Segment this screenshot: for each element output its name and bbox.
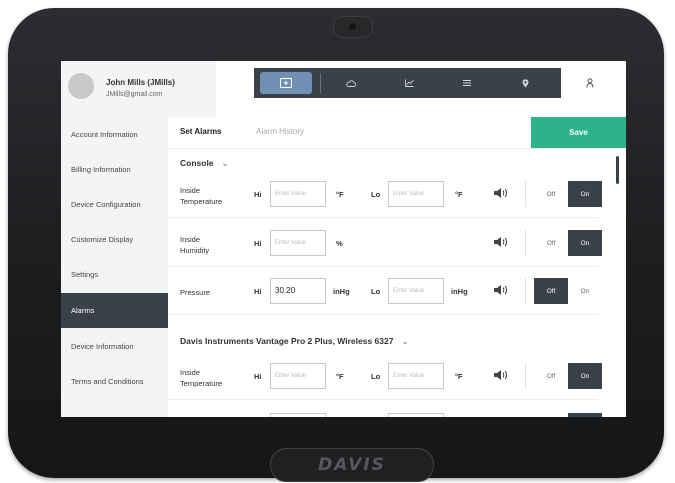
hi-unit: % [336, 239, 343, 248]
sidebar-item-customize-display[interactable]: Customize Display [61, 222, 168, 257]
list-icon [463, 80, 471, 86]
alarm-row-label: Pressure [180, 288, 211, 297]
hi-label: Hi [254, 190, 262, 199]
section-title: Console [180, 158, 214, 168]
tab-dashboard[interactable] [254, 68, 318, 98]
tab-user[interactable] [561, 68, 619, 98]
sidebar-item-alarms[interactable]: Alarms [61, 293, 168, 328]
section-header-console[interactable]: Console ⌄ [180, 158, 229, 169]
sidebar-item-terms-and-conditions[interactable]: Terms and Conditions [61, 364, 168, 399]
alarm-toggle: Off On [534, 230, 602, 256]
toggle-off-button[interactable]: Off [534, 230, 568, 256]
tab-set-alarms[interactable]: Set Alarms [180, 127, 222, 136]
camera [333, 16, 373, 38]
lo-label: Lo [371, 190, 381, 199]
tab-list[interactable] [438, 68, 496, 98]
lo-value-input[interactable]: Enter Value [388, 363, 444, 389]
hi-value-input[interactable]: Enter Value [270, 230, 326, 256]
speaker-icon[interactable] [493, 186, 509, 200]
location-pin-icon [522, 78, 528, 87]
toggle-on-button[interactable]: On [568, 181, 602, 207]
hi-unit: °F [336, 190, 344, 199]
sidebar-item-device-configuration[interactable]: Device Configuration [61, 187, 168, 222]
toggle-off-button[interactable]: Off [534, 181, 568, 207]
user-email: JMills@gmail.com [106, 91, 163, 98]
chevron-down-icon: ⌄ [221, 158, 229, 168]
tab-alarm-history[interactable]: Alarm History [256, 127, 304, 136]
alarm-row-label: Inside Humidity [180, 235, 210, 255]
chart-icon [404, 79, 414, 87]
alarm-row-label: Inside Temperature [180, 186, 223, 206]
hi-value-input[interactable]: Enter Value [270, 181, 326, 207]
sidebar-item-device-information[interactable]: Device Information [61, 329, 168, 364]
alarm-row-inside-humidity: Inside Humidity Hi Enter Value % Off On [168, 220, 602, 267]
lo-value-input[interactable] [388, 413, 444, 417]
alarm-row-inside-temperature-vantage: Inside Temperature Hi Enter Value °F Lo E… [168, 353, 602, 400]
brand-logo: DAVIS [318, 455, 386, 475]
cloud-icon [346, 79, 356, 87]
user-name: John Mills (JMills) [106, 78, 175, 87]
speaker-icon[interactable] [493, 235, 509, 249]
app-screen: John Mills (JMills) JMills@gmail.com Acc… [61, 61, 626, 417]
toggle-on-button[interactable]: On [568, 230, 602, 256]
alarms-toolbar: Set Alarms Alarm History Save [168, 117, 626, 149]
alarm-toggle: Off On [534, 278, 602, 304]
lo-unit: inHg [451, 287, 468, 296]
section-header-vantage-pro[interactable]: Davis Instruments Vantage Pro 2 Plus, Wi… [180, 336, 409, 347]
alarm-row-partial [168, 407, 602, 417]
lo-label: Lo [371, 287, 381, 296]
alarm-toggle: Off On [534, 363, 602, 389]
hi-label: Hi [254, 287, 262, 296]
lo-value-input[interactable]: Enter Value [388, 181, 444, 207]
toggle-on-button[interactable]: On [568, 363, 602, 389]
hi-value-input[interactable] [270, 413, 326, 417]
hi-value-input[interactable]: 30.20 [270, 278, 326, 304]
lo-value-input[interactable]: Enter Value [388, 278, 444, 304]
lo-unit: °F [455, 190, 463, 199]
alarm-row-pressure: Pressure Hi 30.20 inHg Lo Enter Value in… [168, 268, 602, 315]
hi-unit: °F [336, 372, 344, 381]
lo-label: Lo [371, 372, 381, 381]
toggle-off-button[interactable]: Off [534, 363, 568, 389]
sidebar-item-settings[interactable]: Settings [61, 257, 168, 292]
chevron-down-icon: ⌄ [401, 336, 409, 346]
top-tab-bar [254, 68, 619, 98]
hi-label: Hi [254, 239, 262, 248]
lo-unit: °F [455, 372, 463, 381]
user-profile[interactable]: John Mills (JMills) JMills@gmail.com [61, 61, 216, 117]
hi-label: Hi [254, 372, 262, 381]
section-title: Davis Instruments Vantage Pro 2 Plus, Wi… [180, 336, 394, 346]
hi-unit: inHg [333, 287, 350, 296]
toggle-on-button[interactable]: On [568, 278, 602, 304]
sidebar-item-billing-information[interactable]: Billing Information [61, 152, 168, 187]
avatar [68, 73, 94, 99]
alarm-row-label: Inside Temperature [180, 368, 223, 388]
sidebar-item-account-information[interactable]: Account Information [61, 117, 168, 152]
tab-graphs[interactable] [380, 68, 438, 98]
user-icon [586, 78, 594, 88]
toggle-off-button[interactable]: Off [534, 278, 568, 304]
hi-value-input[interactable]: Enter Value [270, 363, 326, 389]
alarm-row-inside-temperature: Inside Temperature Hi Enter Value °F Lo E… [168, 171, 602, 218]
save-button[interactable]: Save [531, 117, 626, 148]
brand-logo-plate: DAVIS [270, 448, 434, 482]
speaker-icon[interactable] [493, 283, 509, 297]
tab-weather[interactable] [322, 68, 380, 98]
tab-location[interactable] [496, 68, 554, 98]
dashboard-icon [280, 78, 292, 88]
toggle-on-button[interactable] [568, 413, 602, 417]
speaker-icon[interactable] [493, 368, 509, 382]
scrollbar-thumb[interactable] [616, 156, 619, 184]
alarm-toggle: Off On [534, 181, 602, 207]
